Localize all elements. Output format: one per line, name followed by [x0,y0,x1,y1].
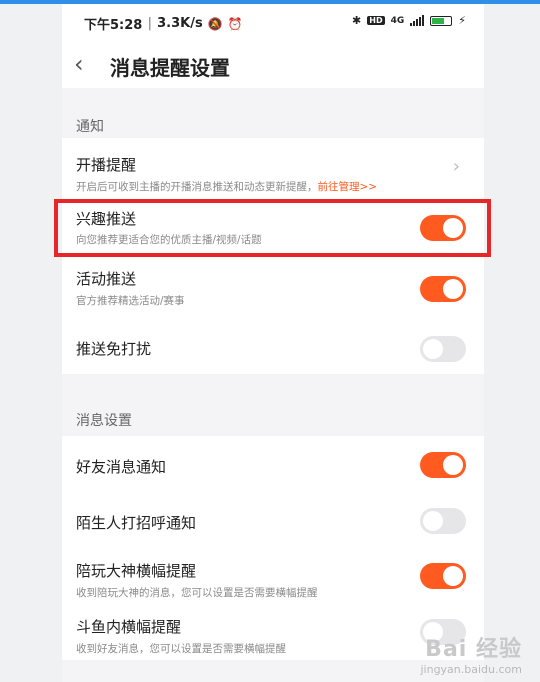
row-title: 好友消息通知 [76,458,167,476]
dnd-toggle[interactable] [420,336,466,362]
row-subtitle: 开启后可收到主播的开播消息推送和动态更新提醒，前往管理>> [76,181,378,193]
status-time: 下午5:28 [84,18,143,33]
row-title: 活动推送 [76,270,137,288]
alarm-icon: ⏰ [227,16,243,31]
setting-row-stranger-greeting: 陌生人打招呼通知 [62,492,484,548]
row-subtitle: 向您推荐更适合您的优质主播/视频/话题 [76,234,262,246]
setting-row-companion-banner: 陪玩大神横幅提醒 收到陪玩大神的消息，您可以设置是否需要横幅提醒 [62,548,484,604]
setting-row-dnd: 推送免打扰 [62,318,484,374]
setting-row-activity-push: 活动推送 官方推荐精选活动/赛事 [62,254,484,310]
network-type: 4G [390,15,405,26]
row-title: 推送免打扰 [76,340,152,358]
signal-icon [410,15,425,26]
row-subtitle: 收到好友消息，您可以设置是否需要横幅提醒 [76,643,286,655]
row-title: 兴趣推送 [76,210,137,228]
row-title: 斗鱼内横幅提醒 [76,618,182,636]
companion-banner-toggle[interactable] [420,563,466,589]
row-title: 陪玩大神横幅提醒 [76,562,197,580]
section-label-notify: 通知 [76,119,104,135]
hd-badge: HD [367,16,385,25]
bluetooth-icon: ✱ [352,14,362,27]
stranger-greeting-toggle[interactable] [420,508,466,534]
network-speed: 3.3K/s [157,16,203,31]
watermark: Bai 经验 jingyan.baidu.com [420,631,522,676]
setting-row-interest-push: 兴趣推送 向您推荐更适合您的优质主播/视频/话题 [62,198,484,254]
interest-push-toggle[interactable] [420,215,466,241]
notify-card: 开播提醒 开启后可收到主播的开播消息推送和动态更新提醒，前往管理>> › 兴趣推… [62,138,484,374]
row-title: 陌生人打招呼通知 [76,514,197,532]
status-bar: 下午5:28 | 3.3K/s 🔕 ⏰ ✱ HD 4G ⚡ [62,4,484,42]
friend-msg-toggle[interactable] [420,452,466,478]
watermark-brand: Bai 经验 [425,637,522,662]
charging-icon: ⚡ [458,14,466,27]
message-card: 好友消息通知 陌生人打招呼通知 陪玩大神横幅提醒 收到陪玩大神的消息，您可以设置… [62,436,484,660]
manage-link[interactable]: 前往管理>> [318,181,378,193]
mute-icon: 🔕 [207,16,223,31]
setting-row-live-reminder[interactable]: 开播提醒 开启后可收到主播的开播消息推送和动态更新提醒，前往管理>> › [62,138,484,194]
back-arrow-icon[interactable]: ‹ [74,50,84,78]
page-title: 消息提醒设置 [110,56,230,80]
section-label-message: 消息设置 [76,413,132,429]
row-subtitle: 官方推荐精选活动/赛事 [76,295,185,307]
battery-icon [430,15,453,26]
activity-push-toggle[interactable] [420,276,466,302]
row-title: 开播提醒 [76,156,137,174]
row-subtitle: 收到陪玩大神的消息，您可以设置是否需要横幅提醒 [76,587,318,599]
phone-screen: 下午5:28 | 3.3K/s 🔕 ⏰ ✱ HD 4G ⚡ ‹ 消息提醒设置 通… [62,4,484,682]
watermark-url: jingyan.baidu.com [420,663,522,676]
setting-row-friend-msg: 好友消息通知 [62,436,484,492]
chevron-right-icon: › [452,156,460,177]
page-header: ‹ 消息提醒设置 [62,42,484,88]
